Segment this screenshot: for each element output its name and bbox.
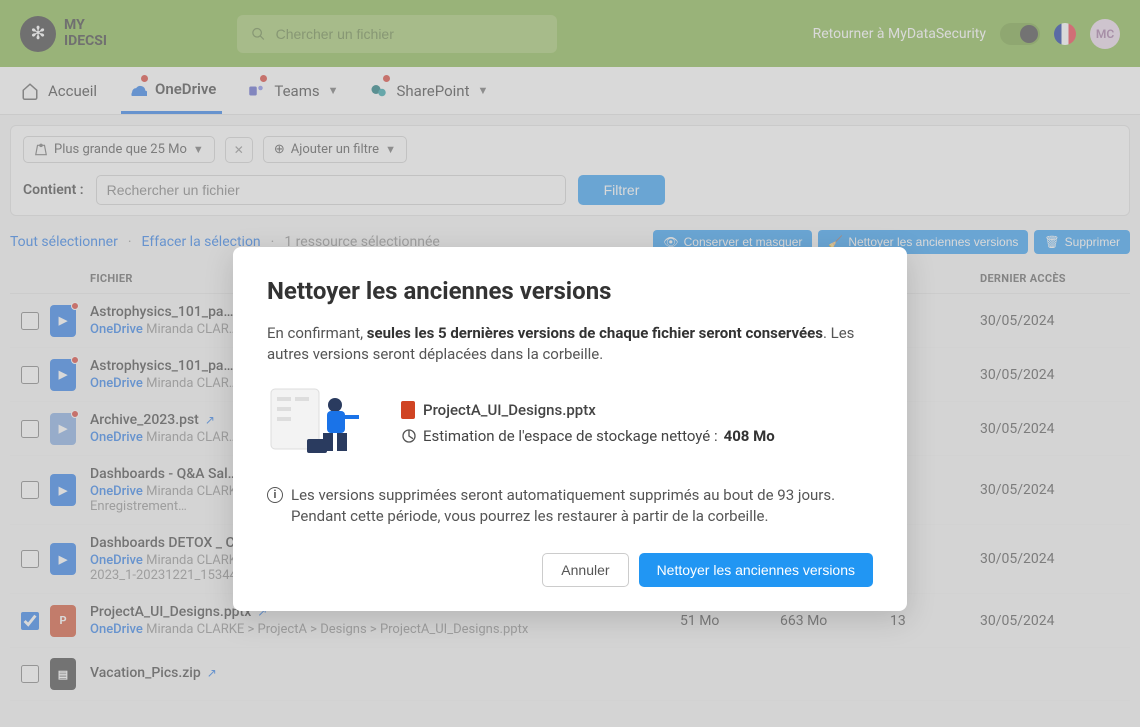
modal-file-info: ProjectA_UI_Designs.pptx Estimation de l… bbox=[401, 401, 775, 445]
confirm-clean-button[interactable]: Nettoyer les anciennes versions bbox=[639, 553, 873, 587]
cancel-button[interactable]: Annuler bbox=[542, 553, 628, 587]
chart-icon bbox=[401, 428, 417, 444]
modal-estimate: Estimation de l'espace de stockage netto… bbox=[401, 427, 775, 445]
clean-versions-modal: Nettoyer les anciennes versions En confi… bbox=[233, 247, 907, 611]
modal-title: Nettoyer les anciennes versions bbox=[267, 277, 873, 305]
modal-actions: Annuler Nettoyer les anciennes versions bbox=[267, 553, 873, 587]
modal-overlay[interactable]: Nettoyer les anciennes versions En confi… bbox=[0, 0, 1140, 727]
info-icon: i bbox=[267, 487, 283, 503]
modal-description: En confirmant, seules les 5 dernières ve… bbox=[267, 323, 873, 365]
modal-file-block: ProjectA_UI_Designs.pptx Estimation de l… bbox=[267, 383, 873, 463]
modal-filename: ProjectA_UI_Designs.pptx bbox=[401, 401, 775, 419]
illustration-icon bbox=[267, 383, 377, 463]
powerpoint-icon bbox=[401, 401, 415, 419]
modal-warning: i Les versions supprimées seront automat… bbox=[267, 485, 873, 527]
